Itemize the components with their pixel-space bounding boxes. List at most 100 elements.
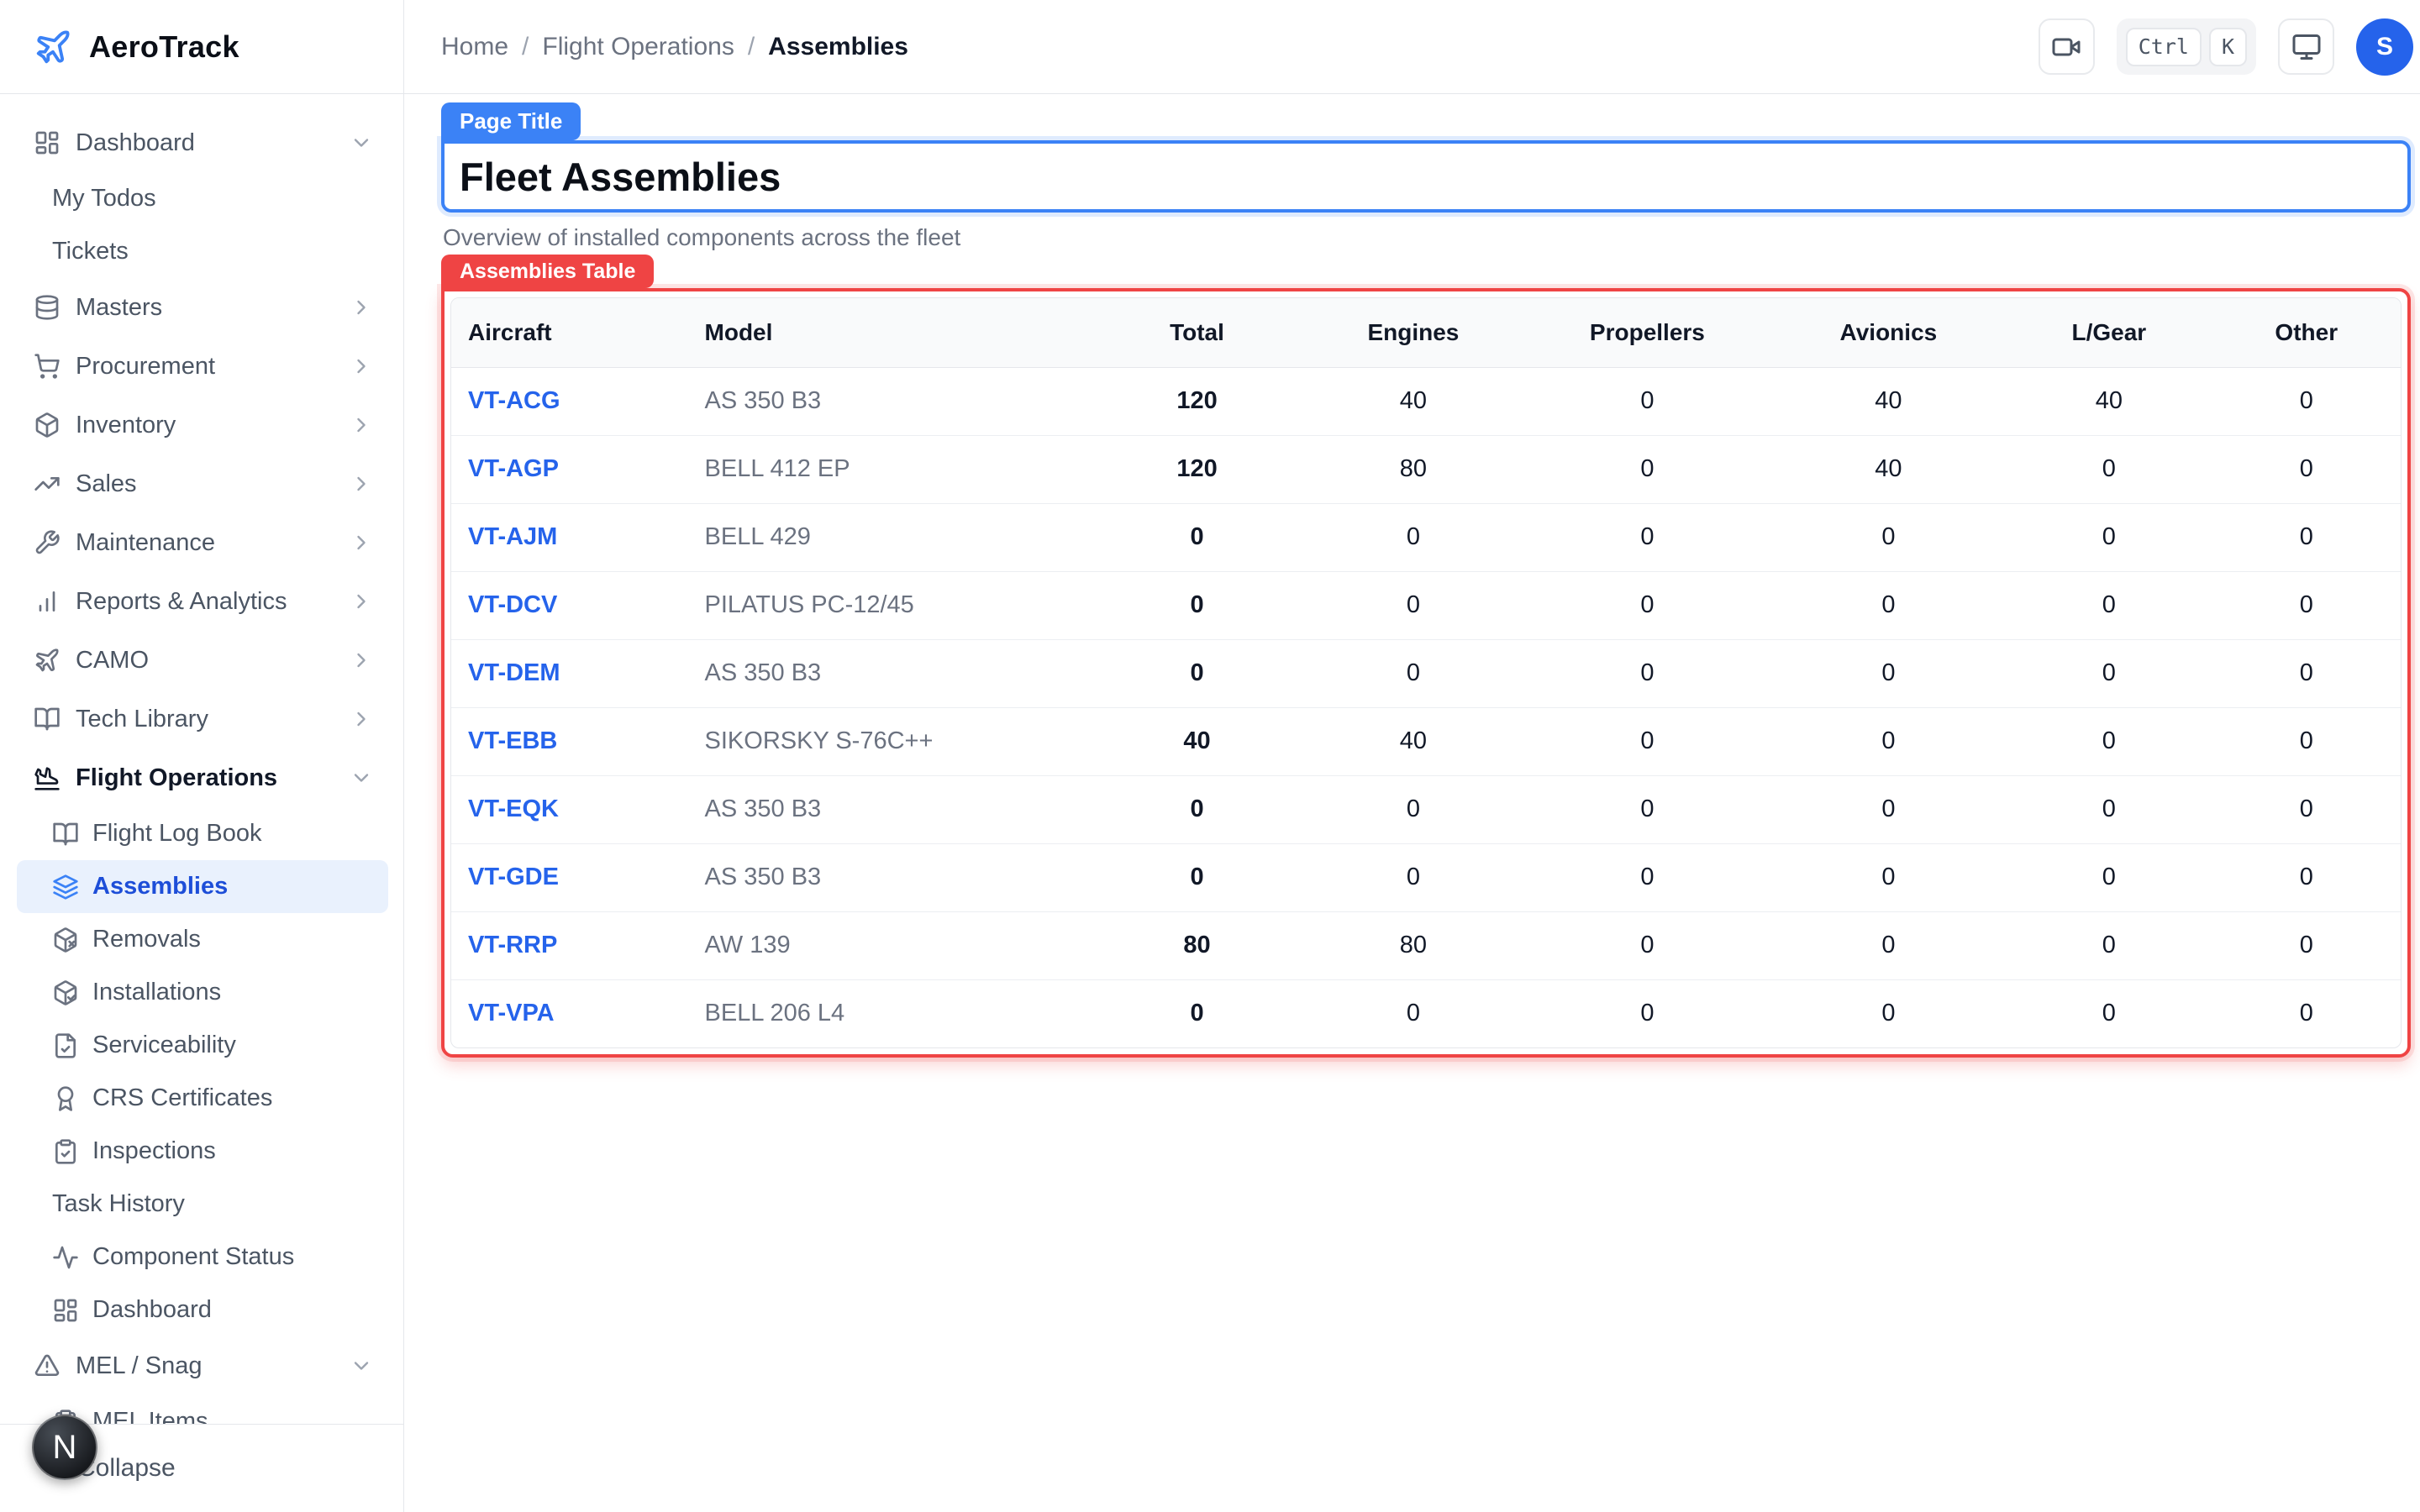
aircraft-link[interactable]: VT-GDE — [451, 843, 704, 911]
sidebar-item-camo[interactable]: CAMO — [0, 631, 403, 690]
other-cell: 0 — [2212, 979, 2401, 1047]
sidebar-item-my-todos[interactable]: My Todos — [0, 172, 403, 225]
assemblies-table: AircraftModelTotalEnginesPropellersAvion… — [451, 298, 2401, 1047]
lgear-cell: 0 — [2006, 707, 2212, 775]
other-cell: 0 — [2212, 435, 2401, 503]
sidebar-item-label: CRS Certificates — [92, 1084, 272, 1112]
wrench-icon — [34, 529, 60, 556]
lgear-cell: 0 — [2006, 775, 2212, 843]
avionics-cell: 0 — [1771, 707, 2006, 775]
book-open-icon — [52, 821, 79, 848]
propellers-cell: 0 — [1523, 843, 1771, 911]
breadcrumb-item[interactable]: Flight Operations — [542, 33, 734, 61]
command-palette-shortcut[interactable]: CtrlK — [2117, 18, 2256, 75]
avionics-cell: 0 — [1771, 571, 2006, 639]
sidebar-item-component-status[interactable]: Component Status — [0, 1231, 403, 1284]
sidebar-item-label: Task History — [52, 1190, 185, 1218]
model-cell: PILATUS PC-12/45 — [704, 571, 1092, 639]
user-avatar[interactable]: S — [2356, 18, 2413, 76]
sidebar-item-sales[interactable]: Sales — [0, 454, 403, 513]
other-cell: 0 — [2212, 775, 2401, 843]
chevron-right-icon — [350, 472, 373, 496]
app-name: AeroTrack — [89, 29, 239, 65]
aircraft-link[interactable]: VT-EBB — [451, 707, 704, 775]
breadcrumb-item[interactable]: Home — [441, 33, 508, 61]
sidebar-item-masters[interactable]: Masters — [0, 278, 403, 337]
chevron-right-icon — [350, 590, 373, 613]
sidebar-item-crs-certificates[interactable]: CRS Certificates — [0, 1072, 403, 1125]
activity-icon — [52, 1244, 79, 1271]
lgear-cell: 0 — [2006, 639, 2212, 707]
chevron-right-icon — [350, 354, 373, 378]
sidebar-item-tickets[interactable]: Tickets — [0, 225, 403, 278]
page-title: Fleet Assemblies — [460, 154, 781, 200]
sidebar-item-procurement[interactable]: Procurement — [0, 337, 403, 396]
clipboard-check-icon — [52, 1138, 79, 1165]
sidebar-item-task-history[interactable]: Task History — [0, 1178, 403, 1231]
sidebar-item-reports-analytics[interactable]: Reports & Analytics — [0, 572, 403, 631]
aircraft-link[interactable]: VT-RRP — [451, 911, 704, 979]
table-row: VT-RRPAW 13980800000 — [451, 911, 2401, 979]
layers-icon — [52, 874, 79, 900]
total-cell: 0 — [1091, 843, 1302, 911]
propellers-cell: 0 — [1523, 775, 1771, 843]
bottom-avatar[interactable]: N — [32, 1415, 97, 1480]
model-cell: BELL 206 L4 — [704, 979, 1092, 1047]
propellers-cell: 0 — [1523, 435, 1771, 503]
sidebar-item-mel-snag[interactable]: MEL / Snag — [0, 1336, 403, 1395]
video-camera-icon — [2051, 32, 2081, 62]
shortcut-key: Ctrl — [2126, 28, 2202, 66]
propellers-cell: 0 — [1523, 571, 1771, 639]
table-row: VT-ACGAS 350 B312040040400 — [451, 367, 2401, 435]
assemblies-table-annotation-box: AircraftModelTotalEnginesPropellersAvion… — [441, 288, 2411, 1058]
sidebar-item-tech-library[interactable]: Tech Library — [0, 690, 403, 748]
aircraft-link[interactable]: VT-AGP — [451, 435, 704, 503]
assemblies-table-card: AircraftModelTotalEnginesPropellersAvion… — [450, 297, 2402, 1048]
page-title-annotation-box: Fleet Assemblies — [441, 140, 2411, 213]
aircraft-link[interactable]: VT-ACG — [451, 367, 704, 435]
sidebar-item-dashboard[interactable]: Dashboard — [0, 113, 403, 172]
sidebar-item-label: Sales — [76, 470, 137, 498]
engines-cell: 40 — [1303, 367, 1523, 435]
table-row: VT-EQKAS 350 B3000000 — [451, 775, 2401, 843]
dashboard-grid-icon — [52, 1297, 79, 1324]
sidebar-item-serviceability[interactable]: Serviceability — [0, 1019, 403, 1072]
app-logo[interactable]: AeroTrack — [0, 0, 403, 94]
chevron-down-icon — [350, 766, 373, 790]
chevron-right-icon — [350, 648, 373, 672]
package-icon — [34, 412, 60, 438]
aircraft-link[interactable]: VT-VPA — [451, 979, 704, 1047]
model-cell: BELL 429 — [704, 503, 1092, 571]
display-button[interactable] — [2278, 18, 2334, 75]
table-row: VT-EBBSIKORSKY S-76C++40400000 — [451, 707, 2401, 775]
aircraft-link[interactable]: VT-DEM — [451, 639, 704, 707]
sidebar-item-maintenance[interactable]: Maintenance — [0, 513, 403, 572]
aircraft-link[interactable]: VT-AJM — [451, 503, 704, 571]
sidebar-menu: Dashboard My Todos TicketsMasters Procureme… — [0, 95, 403, 1512]
sidebar-item-removals[interactable]: Removals — [0, 913, 403, 966]
chevron-right-icon — [350, 413, 373, 437]
sidebar-item-label: My Todos — [52, 185, 156, 213]
page-subtitle: Overview of installed components across … — [443, 224, 2411, 251]
file-check-icon — [52, 1032, 79, 1059]
sidebar-item-inventory[interactable]: Inventory — [0, 396, 403, 454]
model-cell: SIKORSKY S-76C++ — [704, 707, 1092, 775]
sidebar-item-dashboard[interactable]: Dashboard — [0, 1284, 403, 1336]
aircraft-link[interactable]: VT-DCV — [451, 571, 704, 639]
sidebar-item-flight-operations[interactable]: Flight Operations — [0, 748, 403, 807]
sidebar-item-installations[interactable]: Installations — [0, 966, 403, 1019]
total-cell: 40 — [1091, 707, 1302, 775]
sidebar-item-assemblies[interactable]: Assemblies — [17, 860, 388, 913]
breadcrumb-separator: / — [748, 33, 755, 61]
avionics-cell: 0 — [1771, 911, 2006, 979]
breadcrumb: Home/Flight Operations/Assemblies — [441, 33, 908, 61]
sidebar-item-label: Inspections — [92, 1137, 216, 1165]
model-cell: AS 350 B3 — [704, 843, 1092, 911]
sidebar-item-inspections[interactable]: Inspections — [0, 1125, 403, 1178]
sidebar-item-label: Procurement — [76, 353, 215, 381]
aircraft-link[interactable]: VT-EQK — [451, 775, 704, 843]
other-cell: 0 — [2212, 503, 2401, 571]
sidebar-item-flight-log-book[interactable]: Flight Log Book — [0, 807, 403, 860]
screen-record-button[interactable] — [2039, 18, 2095, 75]
engines-cell: 0 — [1303, 979, 1523, 1047]
